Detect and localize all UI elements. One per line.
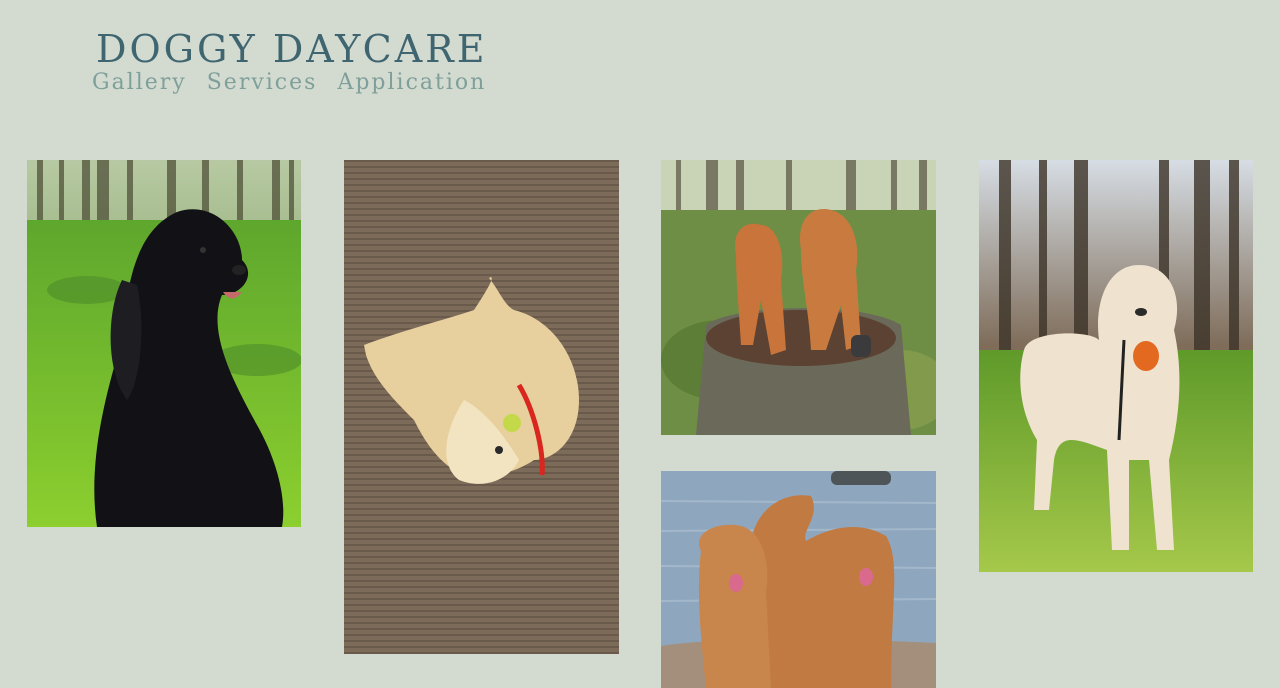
nav-link-application[interactable]: Application xyxy=(337,70,486,95)
gallery-photo-golden-forest[interactable] xyxy=(979,160,1253,572)
gallery-photo-tollers-stump[interactable] xyxy=(661,160,936,435)
gallery-photo-tollers-lake[interactable] xyxy=(661,471,936,688)
nav-link-gallery[interactable]: Gallery xyxy=(92,70,187,95)
nav-link-services[interactable]: Services xyxy=(207,70,318,95)
gallery-photo-spaniel[interactable] xyxy=(27,160,301,527)
site-title[interactable]: DOGGY DAYCARE xyxy=(96,26,487,72)
main-nav: Gallery Services Application xyxy=(92,70,486,95)
gallery-photo-golden-carpet[interactable] xyxy=(344,160,619,654)
